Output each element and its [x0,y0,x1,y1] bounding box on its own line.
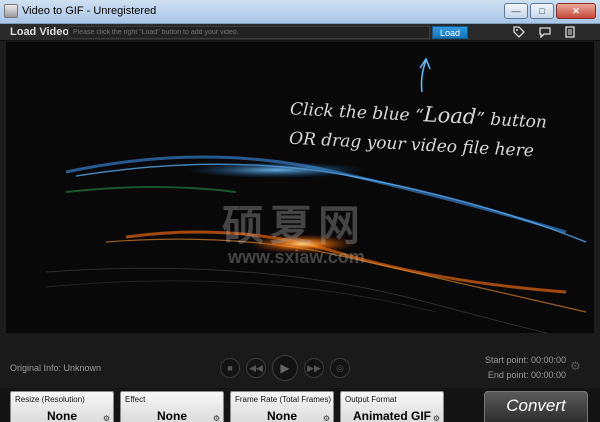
hint-load-word: Load [423,102,477,130]
video-preview-area[interactable]: Click the blue “Load” button OR drag you… [6,42,594,333]
total-frames-label: (Total Frames) [279,395,332,404]
window-title: Video to GIF - Unregistered [22,5,157,17]
frame-rate-option[interactable]: Frame Rate (Total Frames) None ⚙ [230,391,334,422]
resize-option-value: None [47,409,77,422]
effect-option[interactable]: Effect None ⚙ [120,391,224,422]
watermark-text: 硕夏网 [222,202,367,249]
maximize-button[interactable]: □ [530,3,554,19]
previous-frame-button[interactable]: ◀◀ [246,358,266,378]
trim-points: Start point: 00:00:00 End point: 00:00:0… [482,353,566,383]
end-point: End point: 00:00:00 [487,370,566,380]
title-bar: Video to GIF - Unregistered — □ ✕ [0,0,600,24]
stop-button[interactable]: ■ [220,358,240,378]
load-video-bar: Load Video: Load [0,24,600,41]
close-button[interactable]: ✕ [556,3,596,19]
app-icon [4,4,18,18]
next-frame-button[interactable]: ▶▶ [304,358,324,378]
comment-icon[interactable] [538,26,552,40]
resize-option-title: Resize (Resolution) [15,395,85,404]
snapshot-button[interactable]: ◎ [330,358,350,378]
resize-option[interactable]: Resize (Resolution) None ⚙ [10,391,114,422]
original-info: Original Info: Unknown [10,363,102,373]
tag-icon[interactable] [512,26,526,40]
effect-gear-icon[interactable]: ⚙ [213,414,220,422]
frame-rate-option-value: None [267,409,297,422]
load-button[interactable]: Load [432,26,468,39]
output-format-option-value: Animated GIF [352,409,431,422]
document-icon[interactable] [563,26,577,40]
output-format-gear-icon[interactable]: ⚙ [433,414,440,422]
convert-button[interactable]: Convert [484,391,588,422]
start-point: Start point: 00:00:00 [484,355,566,365]
video-path-input[interactable] [68,26,430,39]
window-controls: — □ ✕ [504,3,596,19]
frame-rate-label: Frame Rate [235,395,278,404]
effect-option-title: Effect [125,395,146,404]
output-format-option[interactable]: Output Format Animated GIF ⚙ [340,391,444,422]
trim-settings-gear-icon[interactable]: ⚙ [570,359,581,373]
playback-controls: ■ ◀◀ ▶ ▶▶ ◎ [220,355,350,381]
light-streak-background [45,57,587,333]
resize-gear-icon[interactable]: ⚙ [103,414,110,422]
player-controls-area: Original Info: Unknown ■ ◀◀ ▶ ▶▶ ◎ Start… [0,333,600,388]
effect-option-value: None [157,409,187,422]
frame-rate-gear-icon[interactable]: ⚙ [323,414,330,422]
output-format-option-title: Output Format [345,395,397,404]
watermark-url: www.sxiaw.com [228,247,365,267]
frame-rate-option-title: Frame Rate (Total Frames) [235,395,331,404]
app-window: Video to GIF - Unregistered — □ ✕ Load V… [0,0,600,422]
output-options-bar: Resize (Resolution) None ⚙ Effect None ⚙… [0,388,600,422]
play-button[interactable]: ▶ [272,355,298,381]
minimize-button[interactable]: — [504,3,528,19]
load-video-label: Load Video: [10,26,73,38]
hint-post: ” button [475,109,548,133]
